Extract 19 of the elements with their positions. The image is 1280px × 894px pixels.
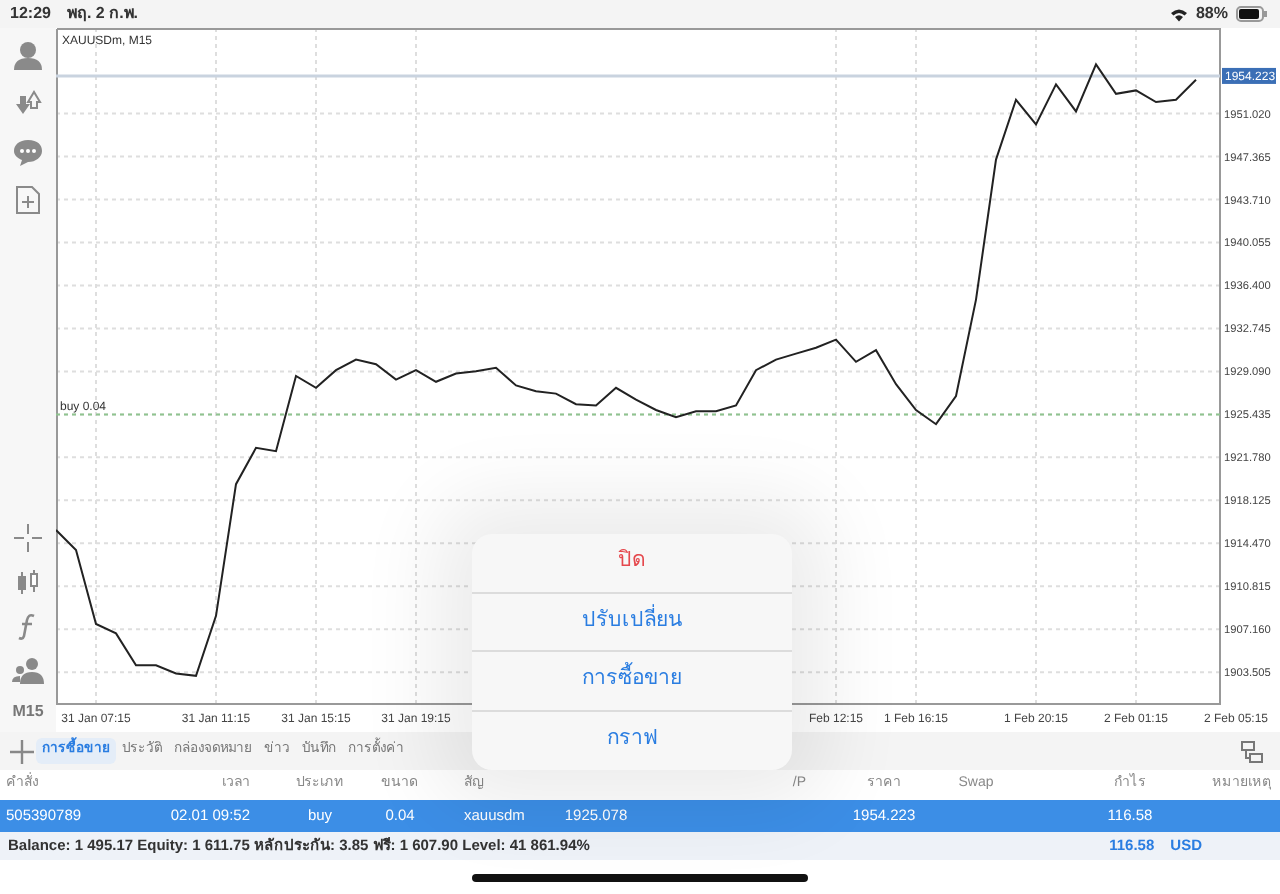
layout-icon[interactable] bbox=[1240, 739, 1264, 763]
timeframe-button[interactable]: M15 bbox=[12, 700, 44, 724]
menu-item[interactable]: ปิด bbox=[472, 534, 792, 593]
crosshair-icon[interactable] bbox=[14, 524, 42, 552]
battery-percent: 88% bbox=[1195, 2, 1228, 26]
menu-item[interactable]: ปรับเปลี่ยน bbox=[472, 593, 792, 652]
function-icon[interactable] bbox=[16, 612, 40, 640]
new-document-icon[interactable] bbox=[14, 184, 42, 216]
wifi-icon bbox=[1169, 7, 1188, 21]
menu-item[interactable]: กราฟ bbox=[472, 711, 792, 770]
menu-item[interactable]: การซื้อขาย bbox=[472, 652, 792, 711]
chat-icon[interactable] bbox=[12, 136, 44, 168]
battery-icon bbox=[1236, 6, 1268, 22]
status-time: 12:29 bbox=[10, 2, 51, 26]
status-date: พฤ. 2 ก.พ. bbox=[66, 2, 139, 26]
people-icon[interactable] bbox=[12, 656, 44, 684]
account-icon[interactable] bbox=[12, 40, 44, 72]
candlestick-icon[interactable] bbox=[14, 568, 42, 596]
add-icon[interactable] bbox=[8, 737, 36, 765]
